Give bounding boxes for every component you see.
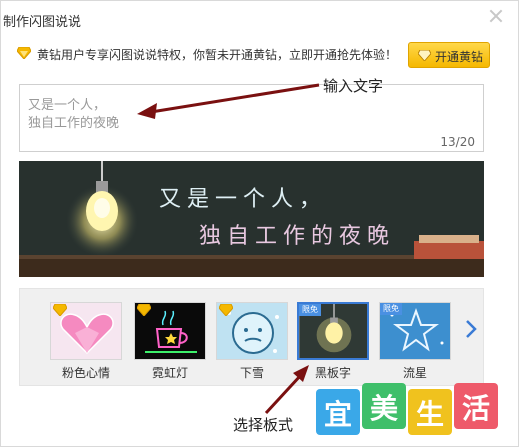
preview-line1: 又是一个人， <box>159 187 327 212</box>
watermark-char: 宜 <box>324 398 352 431</box>
close-icon[interactable] <box>488 8 504 24</box>
char-counter: 13/20 <box>440 135 475 149</box>
yellow-diamond-icon <box>418 50 431 61</box>
annotation-input-text: 输入文字 <box>323 77 384 95</box>
vip-diamond-badge-icon <box>137 304 151 316</box>
style-label: 下雪 <box>239 366 264 380</box>
vip-notice-text: 黄钻用户专享闪图说说特权，你暂未开通黄钻，立即开通抢先体验！ <box>37 48 398 62</box>
open-vip-label: 开通黄钻 <box>435 50 484 64</box>
watermark-char: 生 <box>416 398 444 431</box>
post-text-line: 独自工作的夜晚 <box>28 116 120 131</box>
dialog-titlebar: 制作闪图说说 <box>1 1 518 37</box>
site-watermark-logo: 宜 美 生 活 <box>316 383 498 435</box>
dialog-title: 制作闪图说说 <box>3 15 82 30</box>
style-thumb-chalkboard[interactable]: 限免 <box>297 302 369 360</box>
style-thumb-neon[interactable] <box>134 302 206 360</box>
open-vip-button[interactable]: 开通黄钻 <box>408 42 490 68</box>
yellow-diamond-icon <box>17 47 31 59</box>
preview-line2: 独自工作的夜晚 <box>199 224 395 249</box>
watermark-char: 活 <box>462 392 490 425</box>
style-thumb-meteor[interactable]: 限免 <box>379 302 451 360</box>
chevron-right-icon[interactable] <box>465 319 477 339</box>
vip-diamond-badge-icon <box>219 304 233 316</box>
watermark-char: 美 <box>370 392 398 425</box>
style-thumb-snow[interactable] <box>216 302 288 360</box>
vip-diamond-badge-icon <box>53 304 67 316</box>
chalkboard-preview-image: 又是一个人， 独自工作的夜晚 <box>19 161 484 277</box>
annotation-choose-style: 选择板式 <box>233 416 294 434</box>
style-label: 粉色心情 <box>61 366 110 380</box>
limited-free-badge: 限免 <box>380 303 402 315</box>
post-text-line: 又是一个人， <box>28 98 107 113</box>
limited-free-badge: 限免 <box>299 304 321 316</box>
style-thumb-pink-heart[interactable] <box>50 302 122 360</box>
style-gallery: 粉色心情 霓虹灯 下雪 限免 黑板字 限免 流星 <box>19 288 484 386</box>
style-label: 霓虹灯 <box>151 366 188 380</box>
chalkboard-preview: 又是一个人， 独自工作的夜晚 <box>19 161 484 277</box>
post-text-input[interactable]: 又是一个人， 独自工作的夜晚 13/20 <box>19 84 484 152</box>
flash-post-dialog: 制作闪图说说 黄钻用户专享闪图说说特权，你暂未开通黄钻，立即开通抢先体验！ 开通… <box>0 0 519 447</box>
